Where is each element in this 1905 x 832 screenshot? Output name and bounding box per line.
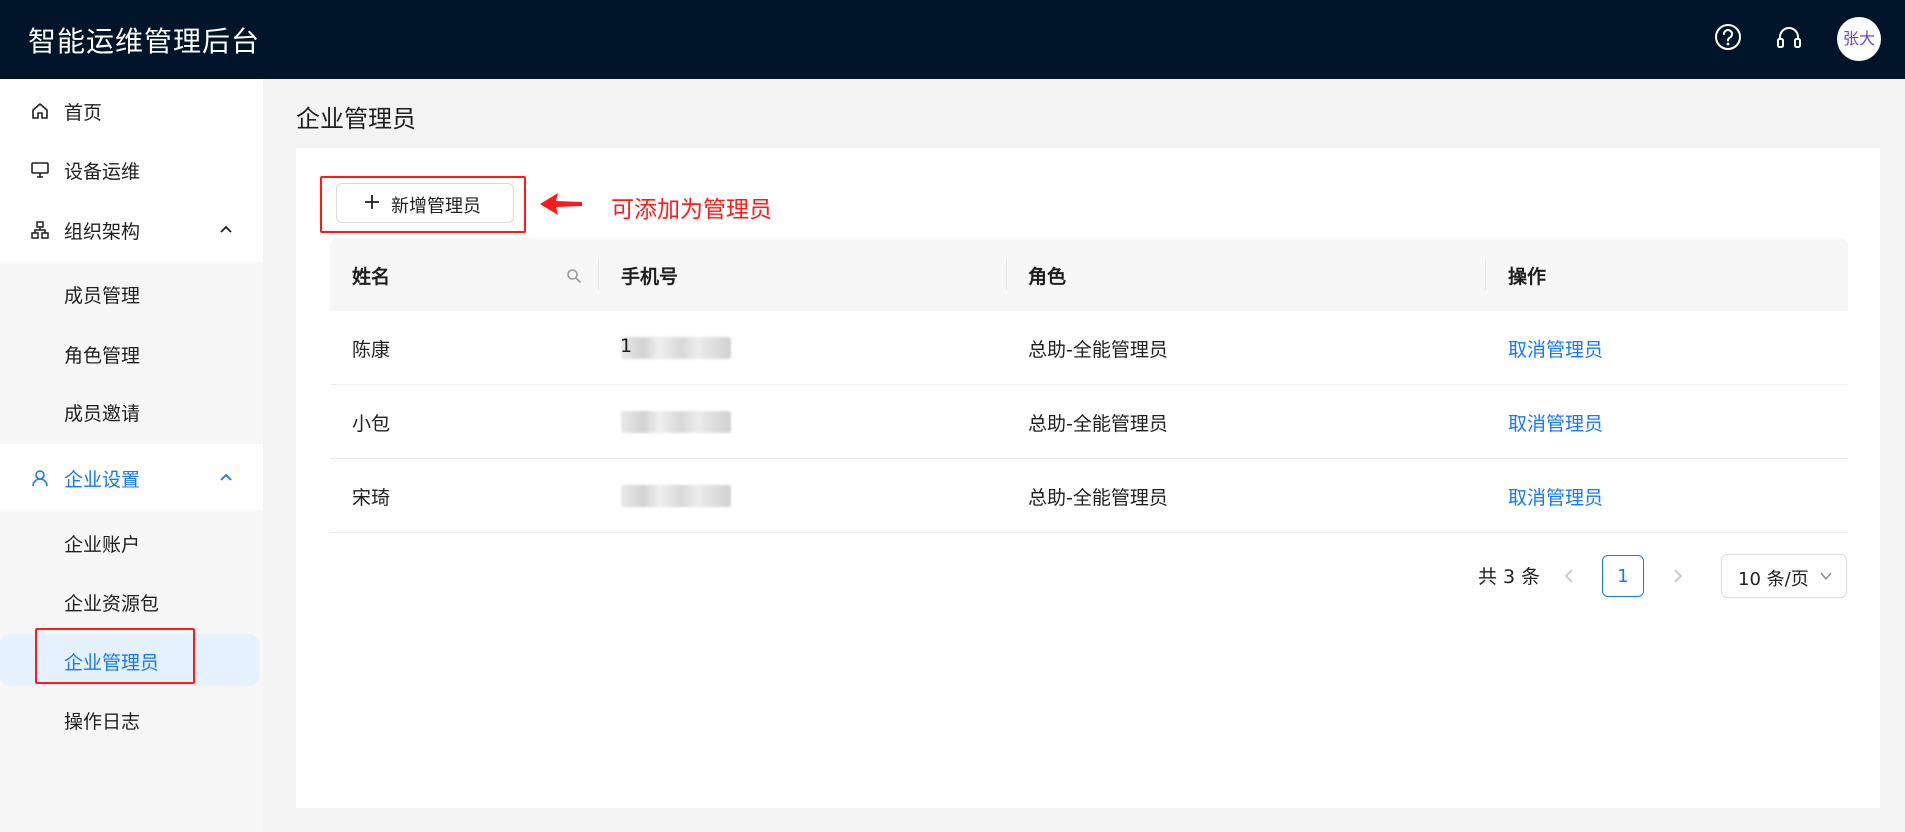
sidebar-item-company-account[interactable]: 企业账户: [0, 518, 263, 568]
cell-name: 宋琦: [352, 487, 391, 509]
cell-name: 陈康: [352, 339, 391, 361]
column-header-phone: 手机号: [621, 266, 679, 288]
column-divider: [1485, 260, 1486, 290]
cell-name: 小包: [352, 413, 391, 435]
column-divider: [1006, 260, 1007, 290]
table-row: 宋琦 总助-全能管理员 取消管理员: [330, 459, 1848, 533]
column-header-role: 角色: [1028, 266, 1067, 288]
app-title: 智能运维管理后台: [28, 25, 261, 58]
avatar[interactable]: 张大: [1837, 17, 1881, 61]
monitor-icon: [31, 162, 49, 178]
sidebar-item-home[interactable]: 首页: [0, 86, 263, 136]
sidebar-item-company-settings[interactable]: 企业设置: [0, 453, 263, 503]
org-chart-icon: [31, 221, 49, 239]
pagination-total: 共 3 条: [1478, 566, 1541, 588]
plus-icon: [365, 195, 379, 209]
sidebar-item-members[interactable]: 成员管理: [0, 269, 263, 319]
chevron-down-icon: [1820, 572, 1832, 581]
page-size-select[interactable]: 10 条/页: [1721, 554, 1847, 598]
cancel-admin-link[interactable]: 取消管理员: [1508, 335, 1603, 362]
cancel-admin-link[interactable]: 取消管理员: [1508, 483, 1603, 510]
phone-redacted: [621, 337, 731, 359]
phone-prefix: 1: [620, 335, 633, 357]
cancel-admin-link[interactable]: 取消管理员: [1508, 409, 1603, 436]
sidebar-item-resource-pack[interactable]: 企业资源包: [0, 577, 263, 627]
sidebar-item-roles[interactable]: 角色管理: [0, 329, 263, 379]
highlight-box-sidebar: [35, 628, 195, 684]
home-icon: [32, 103, 48, 119]
chevron-right-icon[interactable]: [1668, 566, 1688, 586]
user-icon: [32, 470, 48, 487]
page-title: 企业管理员: [296, 105, 416, 133]
cell-role: 总助-全能管理员: [1028, 487, 1168, 509]
table-row: 陈康 1 总助-全能管理员 取消管理员: [330, 311, 1848, 385]
chevron-left-icon[interactable]: [1559, 566, 1579, 586]
sidebar: 首页 设备运维 组织架构 成员管理 角色管理 成员邀请 企业设置 企业账户 企业…: [0, 79, 263, 832]
column-divider: [598, 260, 599, 290]
annotation-arrow-icon: [540, 193, 582, 215]
chevron-up-icon[interactable]: [218, 469, 234, 485]
headset-icon[interactable]: [1774, 22, 1804, 52]
sidebar-item-operation-log[interactable]: 操作日志: [0, 695, 263, 745]
sidebar-item-org[interactable]: 组织架构: [0, 205, 263, 255]
top-bar: 智能运维管理后台 张大: [0, 0, 1905, 79]
annotation-text: 可添加为管理员: [611, 197, 772, 223]
chevron-up-icon[interactable]: [218, 221, 234, 237]
search-icon[interactable]: [566, 268, 582, 284]
phone-redacted: [621, 485, 731, 507]
page-number-current[interactable]: 1: [1602, 555, 1644, 597]
cell-role: 总助-全能管理员: [1028, 339, 1168, 361]
phone-redacted: [621, 411, 731, 433]
help-icon[interactable]: [1713, 22, 1743, 52]
table-header: 姓名 手机号 角色 操作: [330, 238, 1848, 311]
column-header-action: 操作: [1508, 266, 1547, 288]
sidebar-item-invites[interactable]: 成员邀请: [0, 387, 263, 437]
sidebar-item-device-ops[interactable]: 设备运维: [0, 145, 263, 195]
cell-role: 总助-全能管理员: [1028, 413, 1168, 435]
table-row: 小包 总助-全能管理员 取消管理员: [330, 385, 1848, 459]
add-admin-button[interactable]: 新增管理员: [336, 183, 514, 223]
column-header-name: 姓名: [352, 266, 391, 288]
